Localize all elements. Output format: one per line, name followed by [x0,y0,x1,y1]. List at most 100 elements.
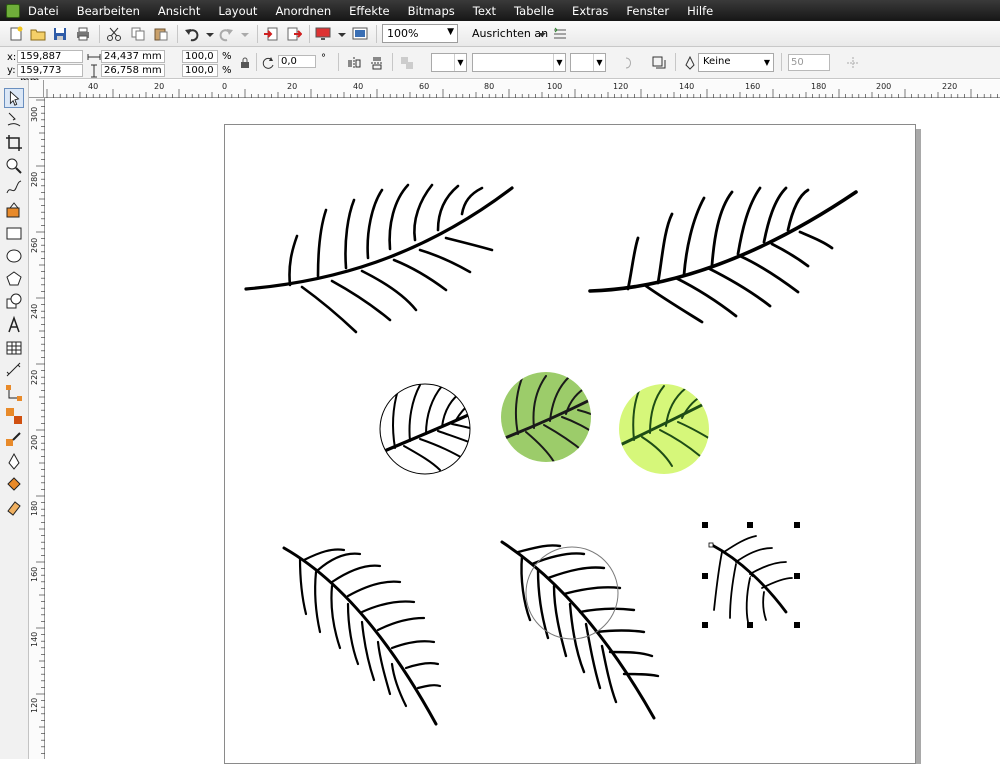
menu-bearbeiten[interactable]: Bearbeiten [77,4,140,18]
scale-x-field[interactable]: 100,0 [182,50,218,63]
convert-to-curves-icon[interactable] [652,56,666,70]
menu-text[interactable]: Text [473,4,496,18]
table-tool-icon[interactable] [4,338,24,358]
open-folder-icon[interactable] [30,26,46,42]
ruler-h-label: 160 [745,82,761,91]
undo-dropdown-icon[interactable] [202,26,218,42]
polygon-tool-icon[interactable] [4,269,24,289]
zoom-tool-icon[interactable] [4,156,24,176]
ruler-h-label: 60 [419,82,430,91]
interactive-fill-tool-icon[interactable] [4,498,24,518]
ellipse-tool-icon[interactable] [4,246,24,266]
new-document-icon[interactable] [8,26,24,42]
welcome-screen-icon[interactable] [352,26,368,42]
text-tool-icon[interactable] [4,315,24,335]
options-icon[interactable] [552,26,568,42]
add-node-icon[interactable] [846,56,860,70]
save-icon[interactable] [52,26,68,42]
menu-ansicht[interactable]: Ansicht [158,4,200,18]
mirror-horizontal-icon[interactable] [347,56,361,70]
height-field[interactable]: 26,758 mm [101,64,165,77]
toolbar-separator [338,53,339,71]
horizontal-ruler[interactable]: 40 20 0 20 40 60 80 100 120 140 160 180 … [44,80,1000,98]
eyedropper-tool-icon[interactable] [4,429,24,449]
zoom-level-select[interactable]: 100% ▼ [382,24,458,43]
cut-icon[interactable] [106,26,122,42]
fill-tool-icon[interactable] [4,475,24,495]
node-handle[interactable] [708,542,714,548]
leaf-circle-light-green[interactable] [618,384,712,474]
leaf-circle-green[interactable] [500,372,600,462]
menu-anordnen[interactable]: Anordnen [275,4,331,18]
undo-icon[interactable] [184,26,200,42]
menu-datei[interactable]: Datei [28,4,59,18]
menu-hilfe[interactable]: Hilfe [687,4,713,18]
pick-tool-icon[interactable] [4,88,24,108]
menu-fenster[interactable]: Fenster [626,4,669,18]
ruler-h-label: 20 [287,82,298,91]
ruler-v-label: 180 [30,500,39,516]
vertical-ruler[interactable]: 300 280 260 240 220 200 180 160 140 120 [29,98,45,759]
chevron-down-icon: ▼ [553,54,565,71]
import-icon[interactable] [263,26,279,42]
ruler-h-label: 100 [547,82,563,91]
menu-bitmaps[interactable]: Bitmaps [408,4,455,18]
copy-icon[interactable] [130,26,146,42]
width-field[interactable]: 24,437 mm [101,50,165,63]
rotation-field[interactable]: 0,0 [278,55,316,68]
drawing-canvas[interactable] [45,98,1000,764]
toolbar-separator [99,25,100,43]
leaf-circle-outline[interactable] [375,383,478,475]
smart-fill-tool-icon[interactable] [4,201,24,221]
menu-effekte[interactable]: Effekte [349,4,390,18]
ruler-v-label: 160 [30,566,39,582]
x-position-field[interactable]: 159,887 mm [17,50,83,73]
width-icon [87,54,101,60]
application-launcher-icon[interactable] [315,26,331,42]
ruler-h-label: 200 [876,82,892,91]
export-icon[interactable] [286,26,302,42]
redo-dropdown-icon[interactable] [237,26,253,42]
fill-color-select[interactable]: ▼ [431,53,467,72]
leaf-diagonal-rough[interactable] [282,546,442,726]
outline-width-select[interactable]: Keine ▼ [698,53,774,72]
ruler-h-label: 20 [154,82,165,91]
line-end-select[interactable]: ▼ [570,53,606,72]
scale-y-field[interactable]: 100,0 [182,64,218,77]
outline-tool-icon[interactable] [4,452,24,472]
rectangle-tool-icon[interactable] [4,224,24,244]
basic-shapes-tool-icon[interactable] [4,292,24,312]
blend-tool-icon[interactable] [4,406,24,426]
crop-tool-icon[interactable] [4,133,24,153]
freehand-tool-icon[interactable] [4,178,24,198]
menu-bar: Datei Bearbeiten Ansicht Layout Anordnen… [0,0,1000,21]
drawing-layer[interactable] [45,98,1000,759]
line-style-select[interactable]: ▼ [472,53,566,72]
ruler-h-label: 40 [88,82,99,91]
toolbar-separator [309,25,310,43]
opacity-field[interactable]: 50 [788,54,830,71]
menu-layout[interactable]: Layout [218,4,257,18]
leaf-sketch-rough[interactable] [244,183,514,334]
shape-tool-icon[interactable] [4,110,24,130]
launcher-dropdown-icon[interactable] [334,26,350,42]
connector-tool-icon[interactable] [4,383,24,403]
leaf-small-selected[interactable] [710,535,793,623]
lock-ratio-icon[interactable] [238,56,252,70]
ruler-h-label: 220 [942,82,958,91]
y-position-field[interactable]: 159,773 mm [17,64,83,87]
leaf-traced-clean[interactable] [588,186,858,324]
group-icon[interactable] [400,56,414,70]
ruler-origin[interactable] [29,80,44,98]
menu-tabelle[interactable]: Tabelle [514,4,554,18]
mirror-vertical-icon[interactable] [370,56,384,70]
print-icon[interactable] [75,26,91,42]
dimension-tool-icon[interactable] [4,360,24,380]
toolbar-separator [376,25,377,43]
menu-extras[interactable]: Extras [572,4,608,18]
redo-icon[interactable] [218,26,234,42]
wrap-text-icon[interactable] [622,56,636,70]
leaf-diagonal-clean[interactable] [500,540,660,720]
snap-dropdown-icon[interactable] [534,26,550,42]
paste-icon[interactable] [153,26,169,42]
